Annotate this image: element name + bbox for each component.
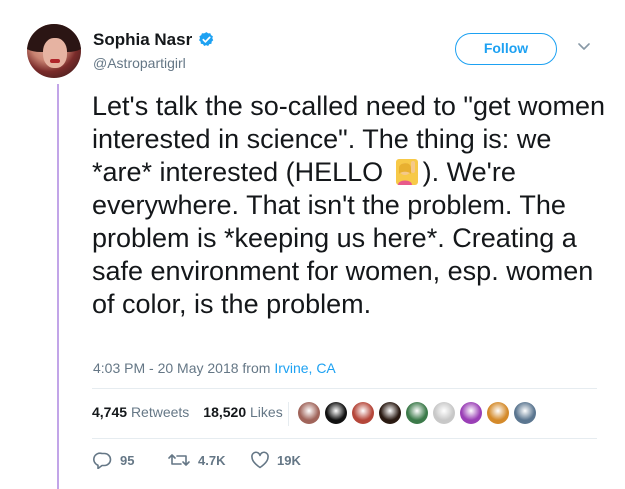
liker-avatar[interactable] (352, 402, 374, 424)
avatar-face (43, 38, 67, 68)
retweet-icon[interactable] (167, 451, 191, 469)
retweets-stat[interactable]: 4,745 Retweets (92, 404, 189, 420)
tweet-meta: 4:03 PM - 20 May 2018 from Irvine, CA (93, 360, 336, 376)
tweet-text: Let's talk the so-called need to "get wo… (92, 90, 612, 321)
likes-count: 18,520 (203, 404, 247, 420)
divider-bottom (92, 438, 597, 439)
tweet-stats: 4,745 Retweets 18,520 Likes (92, 404, 283, 420)
avatar[interactable] (27, 24, 81, 78)
avatar-lips (50, 59, 60, 63)
liker-avatar[interactable] (514, 402, 536, 424)
likes-label: Likes (250, 404, 283, 420)
retweet-count[interactable]: 4.7K (198, 453, 225, 468)
liker-avatar[interactable] (487, 402, 509, 424)
retweets-count: 4,745 (92, 404, 128, 420)
chevron-down-icon[interactable] (578, 42, 590, 52)
liker-avatar[interactable] (433, 402, 455, 424)
tweet-text-part-1: Let's talk the so-called need to "get wo… (92, 91, 606, 187)
follow-button[interactable]: Follow (455, 33, 557, 65)
liker-avatar[interactable] (298, 402, 320, 424)
reply-count[interactable]: 95 (120, 453, 134, 468)
author-name[interactable]: Sophia Nasr (93, 30, 192, 50)
stats-separator (288, 402, 289, 426)
verified-badge-icon (199, 32, 214, 46)
divider-top (92, 388, 597, 389)
heart-icon[interactable] (250, 451, 270, 469)
liker-avatar[interactable] (325, 402, 347, 424)
reply-icon[interactable] (93, 451, 113, 469)
likes-stat[interactable]: 18,520 Likes (203, 404, 282, 420)
liker-avatar[interactable] (379, 402, 401, 424)
timestamp[interactable]: 4:03 PM - 20 May 2018 (93, 360, 239, 376)
liker-avatar[interactable] (460, 402, 482, 424)
from-label: from (238, 360, 275, 376)
liker-avatar[interactable] (406, 402, 428, 424)
like-count[interactable]: 19K (277, 453, 301, 468)
location-link[interactable]: Irvine, CA (274, 360, 335, 376)
raising-hand-woman-emoji-icon (395, 159, 418, 185)
thread-line (57, 84, 59, 489)
retweets-label: Retweets (130, 404, 190, 420)
author-handle[interactable]: @Astropartigirl (93, 55, 186, 71)
